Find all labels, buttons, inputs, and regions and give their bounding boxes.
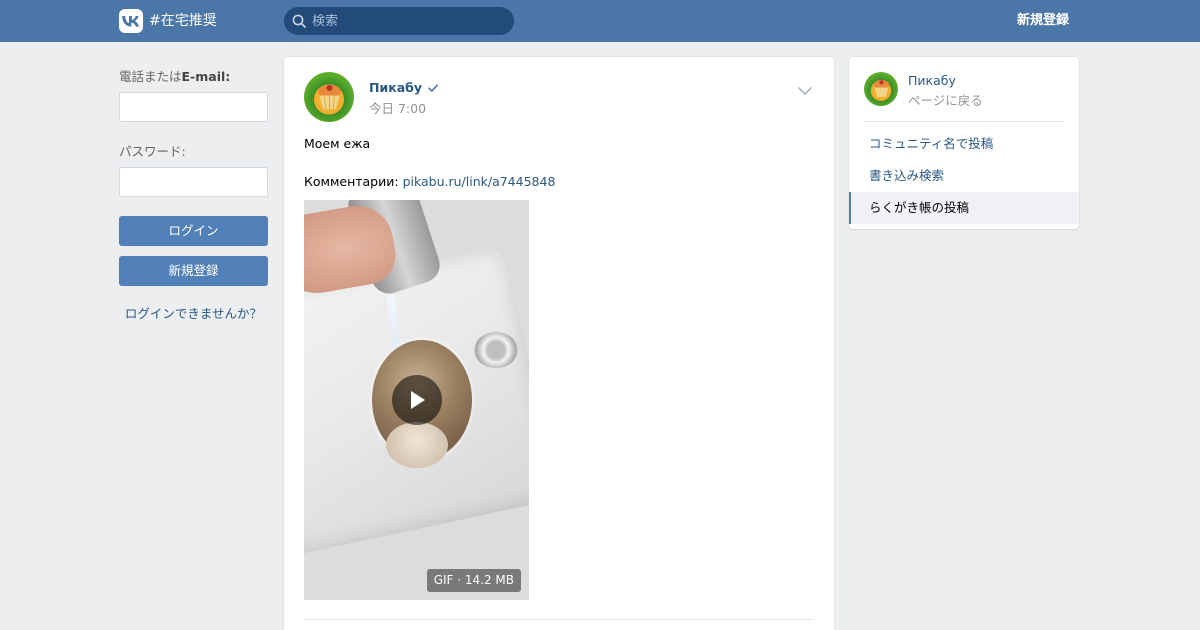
vk-logo-icon[interactable] xyxy=(119,9,143,33)
drain-image-part xyxy=(474,332,518,368)
back-to-page-link[interactable]: ページに戻る xyxy=(908,90,983,109)
gif-attachment[interactable]: GIF · 14.2 MB xyxy=(304,200,529,600)
logo-area[interactable]: #在宅推奨 xyxy=(119,9,217,33)
side-menu-item-wall-post[interactable]: らくがき帳の投稿 xyxy=(849,192,1079,224)
post-author[interactable]: Пикабу xyxy=(369,80,439,95)
forgot-login-link[interactable]: ログインできませんか？ xyxy=(119,303,268,322)
cupcake-icon xyxy=(317,84,341,110)
community-side-panel: Пикабу ページに戻る コミュニティ名で投稿 書き込み検索 らくがき帳の投稿 xyxy=(849,57,1079,229)
register-button[interactable]: 新規登録 xyxy=(119,256,268,286)
comment-link[interactable]: pikabu.ru/link/a7445848 xyxy=(403,174,556,189)
verified-icon xyxy=(428,83,439,92)
search-icon xyxy=(292,14,306,28)
side-menu: コミュニティ名で投稿 書き込み検索 らくがき帳の投稿 xyxy=(849,128,1079,224)
email-label-prefix: 電話または xyxy=(119,69,182,84)
side-divider xyxy=(864,121,1064,122)
play-icon xyxy=(411,391,425,409)
side-menu-item-post-search[interactable]: 書き込み検索 xyxy=(849,160,1079,192)
hedgehog-belly-image-part xyxy=(386,422,448,468)
top-header: #在宅推奨 新規登録 xyxy=(0,0,1200,42)
comment-prefix: Комментарии: xyxy=(304,174,403,189)
post-author-avatar[interactable] xyxy=(304,72,354,122)
post-comment-line: Комментарии: pikabu.ru/link/a7445848 xyxy=(304,173,555,192)
email-label-bold: E-mail: xyxy=(181,69,231,84)
gif-size-badge: GIF · 14.2 MB xyxy=(426,569,521,592)
post-author-name[interactable]: Пикабу xyxy=(369,80,422,95)
side-community-avatar[interactable] xyxy=(864,72,898,106)
search-input[interactable] xyxy=(312,13,502,29)
chevron-down-icon xyxy=(798,87,812,96)
play-button[interactable] xyxy=(392,375,442,425)
cupcake-icon xyxy=(873,80,889,98)
login-button[interactable]: ログイン xyxy=(119,216,268,246)
post-menu-button[interactable] xyxy=(798,84,812,99)
password-field[interactable] xyxy=(119,167,268,197)
post-card: Пикабу 今日 7:00 Моем ежа Комментарии: pik… xyxy=(284,57,834,630)
post-timestamp[interactable]: 今日 7:00 xyxy=(369,98,426,117)
search-box[interactable] xyxy=(284,7,514,35)
post-divider xyxy=(304,619,814,620)
side-menu-item-community-post[interactable]: コミュニティ名で投稿 xyxy=(849,128,1079,160)
side-community-name[interactable]: Пикабу xyxy=(908,73,956,88)
email-label: 電話またはE-mail: xyxy=(119,66,268,85)
hashtag-link[interactable]: #在宅推奨 xyxy=(149,9,217,33)
login-form: 電話またはE-mail: パスワード: ログイン 新規登録 ログインできませんか… xyxy=(119,66,268,322)
header-register-button[interactable]: 新規登録 xyxy=(1017,0,1069,42)
post-text: Моем ежа xyxy=(304,136,371,151)
password-label: パスワード: xyxy=(119,144,186,159)
email-field[interactable] xyxy=(119,92,268,122)
